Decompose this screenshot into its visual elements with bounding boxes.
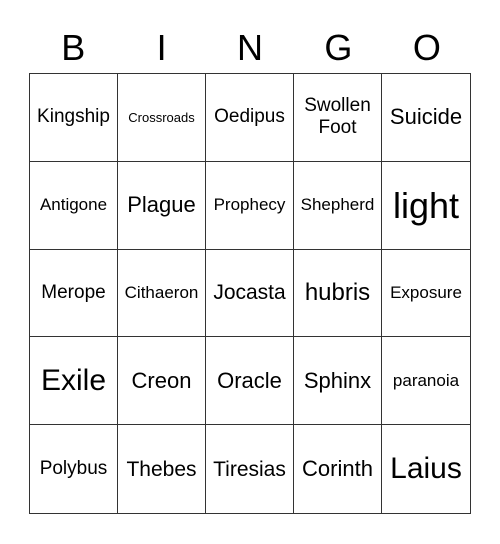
bingo-cell[interactable]: Crossroads bbox=[118, 74, 206, 162]
bingo-cell[interactable]: Prophecy bbox=[206, 161, 294, 250]
bingo-cell[interactable]: Tiresias bbox=[206, 425, 294, 513]
bingo-cell[interactable]: hubris bbox=[294, 249, 382, 338]
bingo-cell[interactable]: Thebes bbox=[118, 425, 206, 513]
bingo-cell[interactable]: Creon bbox=[118, 337, 206, 426]
bingo-cell[interactable]: Oracle bbox=[206, 337, 294, 426]
bingo-cell[interactable]: Exposure bbox=[382, 250, 470, 338]
bingo-cell[interactable]: Kingship bbox=[30, 74, 118, 162]
bingo-cell[interactable]: Laius bbox=[382, 425, 470, 513]
bingo-cell[interactable]: Merope bbox=[30, 249, 118, 338]
bingo-cell[interactable]: Cithaeron bbox=[118, 249, 206, 338]
bingo-cell[interactable]: paranoia bbox=[382, 337, 470, 426]
bingo-cell[interactable]: Antigone bbox=[30, 161, 118, 250]
header-letter-o: O bbox=[412, 27, 441, 68]
bingo-grid: Kingship Crossroads Oedipus Swollen Foot… bbox=[29, 73, 471, 514]
bingo-cell[interactable]: Exile bbox=[30, 337, 118, 426]
bingo-cell[interactable]: Swollen Foot bbox=[294, 74, 382, 162]
bingo-cell[interactable]: Oedipus bbox=[206, 74, 294, 162]
bingo-header: B I N G O bbox=[29, 26, 471, 70]
bingo-cell[interactable]: Sphinx bbox=[294, 337, 382, 426]
header-letter-n: N bbox=[237, 27, 264, 68]
bingo-cell[interactable]: light bbox=[382, 162, 470, 250]
bingo-cell[interactable]: Suicide bbox=[382, 74, 470, 162]
bingo-cell[interactable]: Corinth bbox=[294, 425, 382, 513]
header-letter-g: G bbox=[324, 27, 353, 68]
header-letter-b: B bbox=[61, 27, 86, 68]
bingo-cell[interactable]: Plague bbox=[118, 161, 206, 250]
bingo-cell[interactable]: Shepherd bbox=[294, 161, 382, 250]
header-letter-i: I bbox=[156, 27, 167, 68]
bingo-cell[interactable]: Jocasta bbox=[206, 249, 294, 338]
bingo-cell[interactable]: Polybus bbox=[30, 425, 118, 513]
